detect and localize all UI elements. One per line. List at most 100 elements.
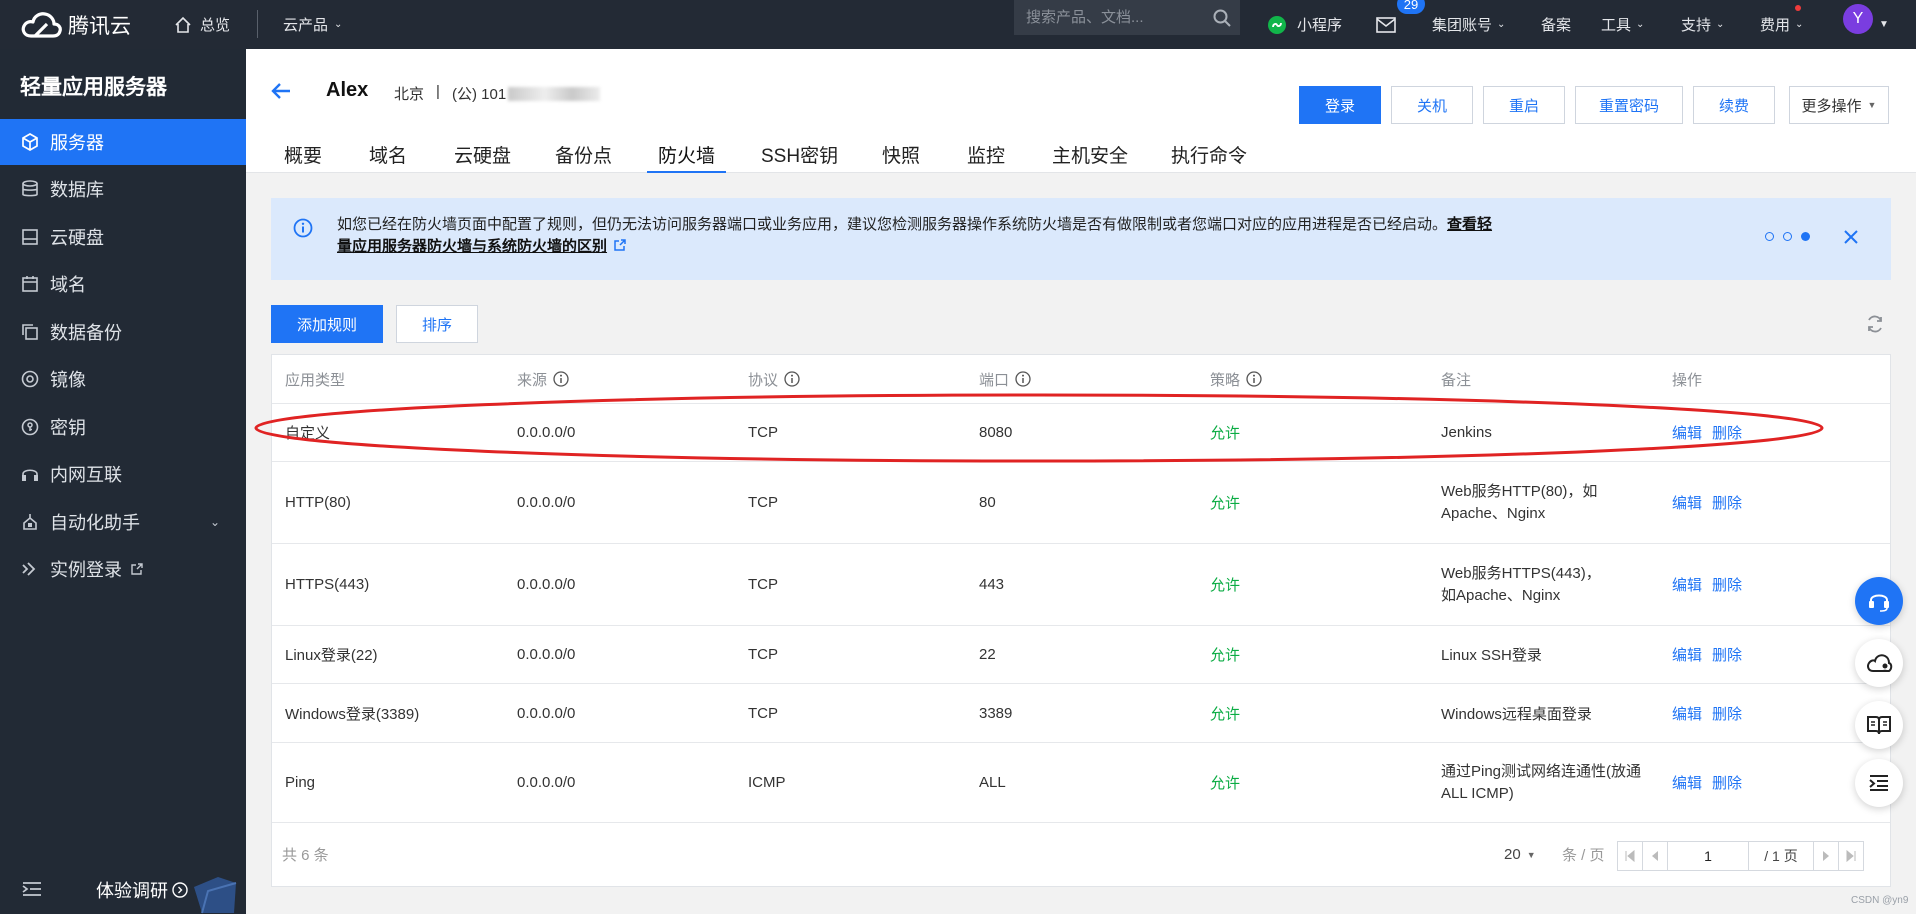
mail-count-badge: 29 <box>1397 0 1425 14</box>
cell-protocol: TCP <box>748 576 778 593</box>
search-input[interactable] <box>1026 9 1206 26</box>
carousel-dot-active[interactable] <box>1801 232 1810 241</box>
sidebar-item-domain[interactable]: 域名 <box>0 261 246 307</box>
edit-rule-link[interactable]: 编辑 <box>1672 574 1702 595</box>
delete-rule-link[interactable]: 删除 <box>1712 574 1742 595</box>
sidebar-item-instance-login[interactable]: 实例登录 <box>0 546 246 592</box>
shutdown-button[interactable]: 关机 <box>1391 86 1473 124</box>
tab-run-command[interactable]: 执行命令 <box>1171 141 1247 173</box>
info-icon[interactable] <box>1246 371 1262 387</box>
alert-link-part2[interactable]: 区别 <box>577 238 607 255</box>
edit-rule-link[interactable]: 编辑 <box>1672 492 1702 513</box>
tools-menu[interactable]: 工具 ⌄ <box>1601 0 1644 49</box>
info-icon[interactable] <box>553 371 569 387</box>
tab-firewall[interactable]: 防火墙 <box>647 141 727 173</box>
customer-service-button[interactable] <box>1855 577 1903 625</box>
cell-port: 443 <box>979 576 1005 593</box>
sidebar-item-automation[interactable]: 自动化助手 ⌄ <box>0 499 246 545</box>
tencent-cloud-logo[interactable]: 腾讯云 <box>20 0 131 49</box>
login-button[interactable]: 登录 <box>1299 86 1381 124</box>
info-icon <box>293 218 313 238</box>
caret-down-icon: ▼ <box>1879 19 1889 30</box>
sidebar-item-intranet[interactable]: 内网互联 <box>0 451 246 497</box>
mini-program-label: 小程序 <box>1297 17 1343 34</box>
sidebar-item-label: 数据备份 <box>50 323 122 343</box>
delete-rule-link[interactable]: 删除 <box>1712 703 1742 724</box>
mail-button[interactable] <box>1376 0 1396 49</box>
survey-link[interactable]: 体验调研 <box>96 877 188 903</box>
column-header-port: 端口 <box>979 355 1031 403</box>
documentation-button[interactable] <box>1855 701 1903 749</box>
add-rule-button[interactable]: 添加规则 <box>271 305 383 343</box>
back-arrow-icon[interactable] <box>270 81 292 101</box>
tab-backup-point[interactable]: 备份点 <box>555 141 612 173</box>
last-page-button[interactable] <box>1838 841 1864 871</box>
more-actions-dropdown[interactable]: 更多操作 ▼ <box>1789 86 1889 124</box>
tab-ssh-keys[interactable]: SSH密钥 <box>761 141 838 173</box>
edit-rule-link[interactable]: 编辑 <box>1672 772 1702 793</box>
delete-rule-link[interactable]: 删除 <box>1712 492 1742 513</box>
overview-label: 总览 <box>200 17 231 34</box>
edit-rule-link[interactable]: 编辑 <box>1672 422 1702 443</box>
sidebar-item-label: 云硬盘 <box>50 228 104 248</box>
prev-page-button[interactable] <box>1642 841 1668 871</box>
info-icon[interactable] <box>784 371 800 387</box>
renew-button[interactable]: 续费 <box>1693 86 1775 124</box>
group-account-menu[interactable]: 集团账号 ⌄ <box>1432 0 1505 49</box>
search-icon[interactable] <box>1212 8 1232 28</box>
edit-rule-link[interactable]: 编辑 <box>1672 644 1702 665</box>
mini-program-link[interactable]: 小程序 <box>1267 0 1342 49</box>
sidebar-item-image[interactable]: 镜像 <box>0 356 246 402</box>
sidebar-item-cloud-disk[interactable]: 云硬盘 <box>0 214 246 260</box>
reset-password-button[interactable]: 重置密码 <box>1575 86 1683 124</box>
sidebar-item-keys[interactable]: 密钥 <box>0 404 246 450</box>
more-actions-label: 更多操作 <box>1801 97 1862 115</box>
logo-text: 腾讯云 <box>68 14 131 38</box>
close-icon[interactable] <box>1843 229 1859 245</box>
instance-region: 北京 <box>394 86 425 103</box>
next-page-button[interactable] <box>1813 841 1839 871</box>
refresh-icon[interactable] <box>1865 314 1885 334</box>
carousel-dot[interactable] <box>1783 232 1792 241</box>
delete-rule-link[interactable]: 删除 <box>1712 772 1742 793</box>
page-size-value: 20 <box>1504 846 1521 863</box>
support-menu[interactable]: 支持 ⌄ <box>1681 0 1724 49</box>
carousel-dot[interactable] <box>1765 232 1774 241</box>
tab-cloud-disk[interactable]: 云硬盘 <box>454 141 511 173</box>
sidebar-item-label: 数据库 <box>50 180 104 200</box>
page-number-input[interactable]: 1 <box>1667 841 1749 871</box>
avatar[interactable]: Y <box>1843 4 1873 34</box>
edit-rule-link[interactable]: 编辑 <box>1672 703 1702 724</box>
tab-domain[interactable]: 域名 <box>369 141 407 173</box>
account-menu-toggle[interactable]: ▼ <box>1879 0 1889 49</box>
collapse-menu-icon[interactable] <box>22 881 42 897</box>
caret-down-icon: ▼ <box>1867 100 1877 110</box>
filing-link[interactable]: 备案 <box>1541 0 1571 49</box>
first-page-button[interactable] <box>1617 841 1643 871</box>
chevron-down-icon: ⌄ <box>1795 19 1804 30</box>
info-icon[interactable] <box>1015 371 1031 387</box>
tab-snapshot[interactable]: 快照 <box>882 141 920 173</box>
sidebar-item-label: 密钥 <box>50 418 86 438</box>
sort-button[interactable]: 排序 <box>396 305 478 343</box>
sidebar-item-database[interactable]: 数据库 <box>0 166 246 212</box>
tab-monitoring[interactable]: 监控 <box>967 141 1005 173</box>
page-size-select[interactable]: 20 ▼ <box>1504 823 1536 886</box>
cloud-assistant-button[interactable] <box>1855 639 1903 687</box>
sidebar-item-backup[interactable]: 数据备份 <box>0 309 246 355</box>
delete-rule-link[interactable]: 删除 <box>1712 422 1742 443</box>
ip-redacted-block <box>508 86 601 101</box>
sidebar-item-label: 自动化助手 <box>50 513 140 533</box>
sidebar-item-servers[interactable]: 服务器 <box>0 119 246 165</box>
table-row: 自定义 0.0.0.0/0 TCP 8080 允许 Jenkins 编辑 删除 <box>272 403 1890 461</box>
restart-button[interactable]: 重启 <box>1483 86 1565 124</box>
products-menu[interactable]: 云产品 ⌄ <box>283 0 342 49</box>
cell-app-type: HTTP(80) <box>285 494 351 511</box>
book-icon <box>1867 716 1891 735</box>
overview-link[interactable]: 总览 <box>174 0 230 49</box>
cell-port: 80 <box>979 494 996 511</box>
outline-menu-button[interactable] <box>1855 759 1903 807</box>
tab-overview[interactable]: 概要 <box>284 141 322 173</box>
tab-host-security[interactable]: 主机安全 <box>1052 141 1128 173</box>
delete-rule-link[interactable]: 删除 <box>1712 644 1742 665</box>
